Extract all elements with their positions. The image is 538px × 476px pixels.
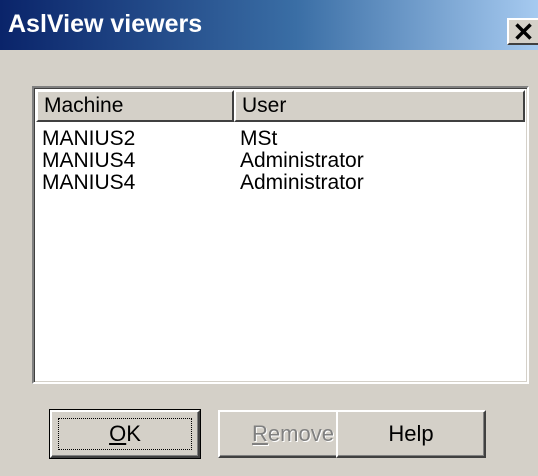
machine-cell: MANIUS4 <box>42 149 136 172</box>
user-cell: Administrator <box>240 171 364 194</box>
title-bar[interactable]: AslView viewers ✕ <box>0 0 538 50</box>
machine-cell: MANIUS4 <box>42 171 136 194</box>
column-header-machine[interactable]: Machine <box>36 90 234 122</box>
user-cell: MSt <box>240 127 278 150</box>
machine-cell: MANIUS2 <box>42 127 136 150</box>
column-header-user[interactable]: User <box>234 90 525 122</box>
viewers-list[interactable]: Machine User MANIUS2 MSt MANIUS4 Adminis… <box>32 86 529 384</box>
help-button[interactable]: Help <box>336 410 486 458</box>
ok-button-label: OK <box>109 421 141 446</box>
list-item[interactable]: MANIUS4 Administrator <box>42 172 523 194</box>
list-body: MANIUS2 MSt MANIUS4 Administrator MANIUS… <box>42 128 523 194</box>
list-item[interactable]: MANIUS2 MSt <box>42 128 523 150</box>
user-cell: Administrator <box>240 149 364 172</box>
close-icon: ✕ <box>512 17 535 47</box>
ok-button[interactable]: OK <box>49 409 201 459</box>
list-header: Machine User <box>36 90 525 122</box>
remove-button-label: Remove <box>252 421 334 446</box>
close-button[interactable]: ✕ <box>507 17 538 47</box>
window-title: AslView viewers <box>8 10 203 38</box>
list-item[interactable]: MANIUS4 Administrator <box>42 150 523 172</box>
help-button-label: Help <box>388 421 434 446</box>
